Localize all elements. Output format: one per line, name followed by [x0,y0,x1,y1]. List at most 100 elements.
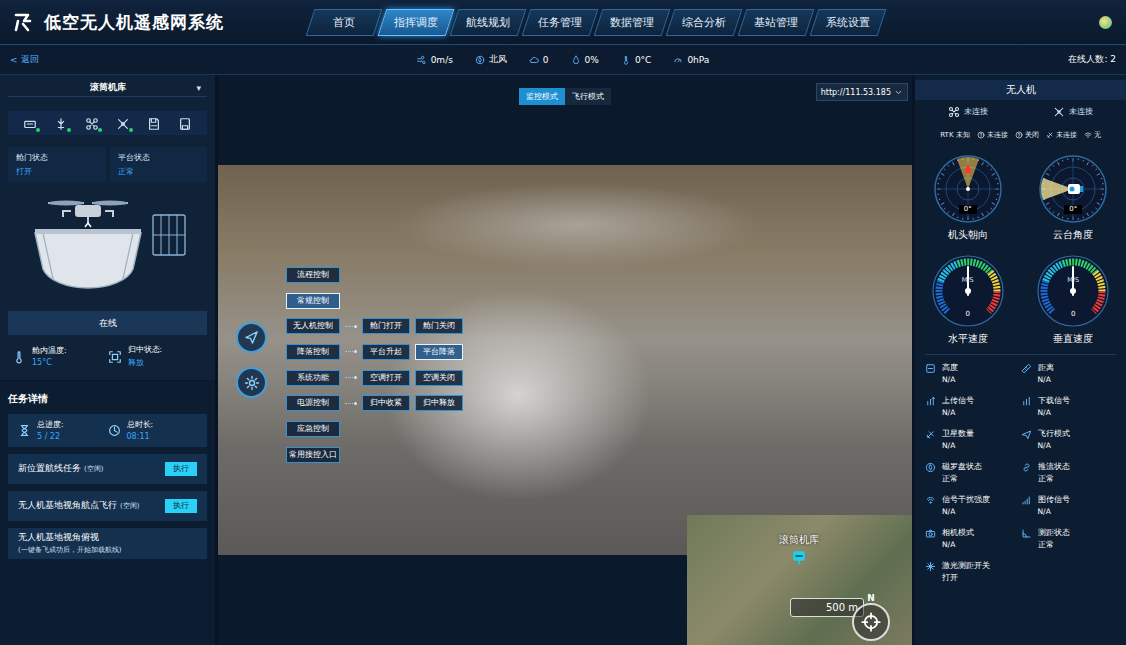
menu-action[interactable]: 归中释放 [415,395,463,411]
telemetry-label: 卫星数量 [942,429,974,439]
help-icon [977,131,985,139]
telemetry-grid: 高度N/A距离N/A上传信号N/A下载信号N/A卫星数量N/A飞行模式N/A磁罗… [915,363,1126,591]
telemetry-label: 高度 [942,363,958,373]
hangar-marker-icon [791,549,807,565]
telemetry-label: 上传信号 [942,396,974,406]
connector-dot [354,376,357,379]
hangar-panel: 滚筒机库▾舱门状态打开平台状态正常在线舱内温度:15°C归中状态:释放 [0,75,215,380]
hangar-dropdown[interactable]: 滚筒机库▾ [8,79,207,97]
toolbar-button[interactable] [147,116,161,130]
stream-select[interactable]: http://111.53.185 [816,83,908,101]
send-button[interactable] [236,322,267,353]
menu-connector [340,402,362,405]
summary-value: 08:11 [127,432,154,441]
mode-tab[interactable]: 飞行模式 [565,88,611,105]
menu-category[interactable]: 常规控制 [286,293,340,309]
menu-action[interactable]: 空调打开 [362,370,410,386]
divider [925,354,1116,355]
task-name: 无人机基地视角航点飞行 [18,500,117,510]
menu-category[interactable]: 流程控制 [286,267,340,283]
indicator: 未连接 [977,130,1008,140]
telemetry-item: 上传信号N/A [925,396,1021,426]
centering-icon [108,350,122,364]
menu-category[interactable]: 降落控制 [286,344,340,360]
status-dot [67,128,71,132]
view-toolbar: 监控模式飞行模式 http://111.53.185 [218,75,912,165]
menu-category[interactable]: 系统功能 [286,370,340,386]
run-button[interactable]: 执行 [165,462,197,476]
menu-action[interactable]: 平台升起 [362,344,410,360]
weather-value: 0 [543,55,549,65]
drone-title: 无人机 [915,80,1126,100]
task-row[interactable]: 新位置航线任务(空闲)执行 [8,454,207,484]
menu-action[interactable]: 平台降落 [415,344,463,360]
menu-category[interactable]: 常用接控入口 [286,447,340,463]
weather-item: 0m/s [417,55,453,65]
nav-tab[interactable]: 任务管理 [522,9,599,36]
nav-tab[interactable]: 系统设置 [810,9,887,36]
nav-tab[interactable]: 指挥调度 [378,9,455,36]
telemetry-value: N/A [942,375,958,384]
online-count: 在线人数: 2 [1068,53,1116,66]
summary-item: 总时长:08:11 [108,420,198,441]
toolbar-button[interactable] [54,116,68,130]
link-status: 未连接 [1053,106,1093,118]
telemetry-value: N/A [1038,408,1070,417]
task-row[interactable]: 无人机基地视角航点飞行(空闲)执行 [8,491,207,521]
weather-value: 0% [585,55,599,65]
run-button[interactable]: 执行 [165,499,197,513]
task-status: (空闲) [84,465,103,473]
telemetry-item: 卫星数量N/A [925,429,1021,459]
task-panel: 任务详情总进度:5 / 22总时长:08:11新位置航线任务(空闲)执行无人机基… [0,382,215,645]
connector-dot [354,350,357,353]
toolbar-button[interactable] [85,116,99,130]
toolbar-button[interactable] [23,116,37,130]
menu-action[interactable]: 舱门关闭 [415,318,463,334]
status-value: 正常 [118,166,200,177]
back-button[interactable]: <返回 [10,53,417,66]
task-row[interactable]: 无人机基地视角俯视(一键备飞成功后，开始加载航线) [8,528,207,559]
app-root: 低空无人机遥感网系统首页指挥调度航线规划任务管理数据管理综合分析基站管理系统设置… [0,0,1126,645]
user-avatar[interactable] [1099,16,1112,29]
compass-icon [925,462,936,473]
menu-category[interactable]: 无人机控制 [286,318,340,334]
telemetry-label: 信号干扰强度 [942,495,990,505]
toolbar-button[interactable] [178,116,192,130]
menu-action[interactable]: 空调关闭 [415,370,463,386]
telemetry-label: 磁罗盘状态 [942,462,982,472]
menu-category[interactable]: 电源控制 [286,395,340,411]
main-nav: 首页指挥调度航线规划任务管理数据管理综合分析基站管理系统设置 [310,9,882,36]
mini-map[interactable]: 滚筒机库500 mN [687,515,912,645]
nav-tab[interactable]: 基站管理 [738,9,815,36]
gauge-label: 垂直速度 [1053,332,1093,346]
gauge-reading: 0 [931,310,1005,318]
download-signal-icon [1021,396,1032,407]
dropdown-arrow-icon: ▾ [196,83,201,93]
menu-category[interactable]: 应急控制 [286,421,340,437]
menu-action[interactable]: 归中收紧 [362,395,410,411]
nav-tab[interactable]: 航线规划 [450,9,527,36]
nav-tab[interactable]: 首页 [306,9,383,36]
hangar-toolbar [8,111,207,135]
hangar-illustration [0,186,215,301]
gauge-reading: 0 [1036,310,1110,318]
weather-value: 0m/s [431,55,453,65]
summary-label: 总进度: [37,420,64,430]
dial-column: 0°云台角度 [1021,154,1126,242]
telemetry-text: 距离N/A [1038,363,1054,384]
mode-tab[interactable]: 监控模式 [519,88,565,105]
nav-tab[interactable]: 综合分析 [666,9,743,36]
toolbar-button[interactable] [116,116,130,130]
telemetry-text: 图传信号N/A [1038,495,1070,516]
gauge-column: M/S0水平速度 [915,254,1021,346]
weather-value: 0hPa [687,55,709,65]
nav-tab[interactable]: 数据管理 [594,9,671,36]
dial-reading: 0° [1064,205,1082,214]
menu-action[interactable]: 舱门打开 [362,318,410,334]
task-note: (一键备飞成功后，开始加载航线) [18,545,121,555]
settings-button[interactable] [236,367,267,398]
compass[interactable]: N [851,593,891,641]
dial-pointer [957,157,979,189]
help-icon [1015,131,1023,139]
indicator: 关闭 [1015,130,1039,140]
